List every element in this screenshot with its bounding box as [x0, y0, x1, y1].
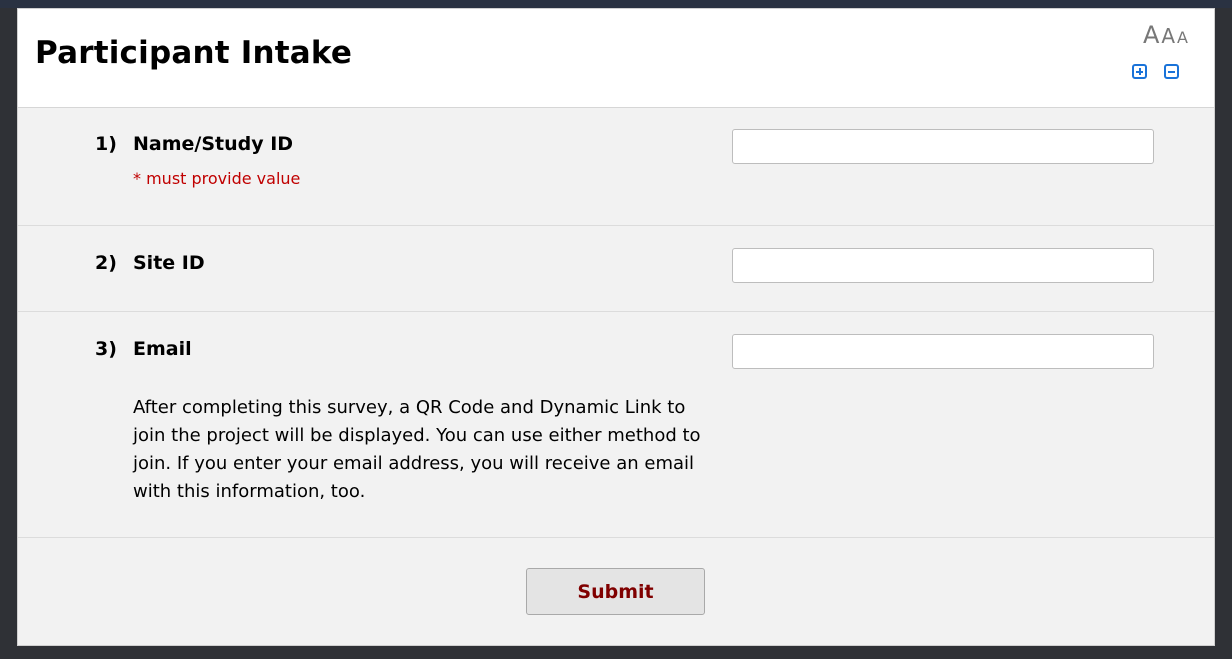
name-study-id-field[interactable] — [732, 129, 1154, 164]
submit-row: Submit — [18, 538, 1214, 645]
required-note: * must provide value — [133, 169, 301, 188]
question-label: Name/Study ID — [133, 133, 294, 155]
font-size-small-glyph: A — [1177, 28, 1188, 47]
submit-button[interactable]: Submit — [526, 568, 705, 615]
font-size-medium-glyph: A — [1161, 24, 1176, 48]
survey-header: Participant Intake AAA — [18, 9, 1214, 108]
question-row-email: 3) Email After completing this survey, a… — [18, 312, 1214, 538]
decrease-font-button[interactable] — [1164, 64, 1179, 79]
email-field[interactable] — [732, 334, 1154, 369]
survey-container: Participant Intake AAA 1) Name/Study ID … — [17, 8, 1215, 646]
question-number: 2) — [95, 252, 117, 274]
window-top-strip — [0, 0, 1232, 8]
question-number: 1) — [95, 133, 117, 155]
increase-font-button[interactable] — [1132, 64, 1147, 79]
question-label: Email — [133, 338, 192, 360]
font-size-large-glyph: A — [1142, 21, 1160, 49]
font-size-icon: AAA — [1141, 21, 1188, 49]
question-row-name-study-id: 1) Name/Study ID * must provide value — [18, 107, 1214, 226]
email-description: After completing this survey, a QR Code … — [133, 397, 701, 502]
question-row-site-id: 2) Site ID — [18, 226, 1214, 312]
font-size-controls: AAA — [1130, 21, 1190, 83]
page-title: Participant Intake — [35, 35, 353, 71]
site-id-field[interactable] — [732, 248, 1154, 283]
question-number: 3) — [95, 338, 117, 360]
question-label: Site ID — [133, 252, 205, 274]
